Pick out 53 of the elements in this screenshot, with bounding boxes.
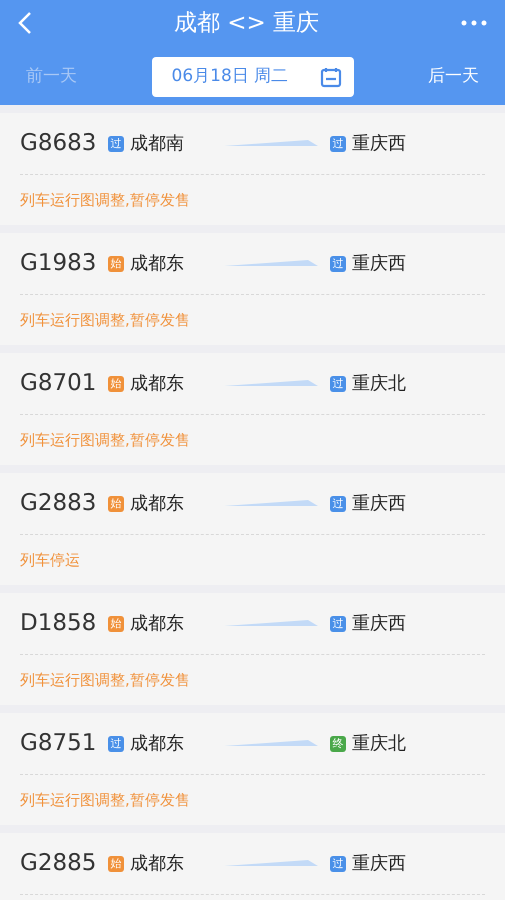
train-card[interactable]: G1983 始 成都东 过 重庆西 列车运行图调整,暂停发售 — [0, 233, 505, 345]
station-type-badge: 过 — [330, 496, 346, 512]
status-text: 列车运行图调整,暂停发售 — [20, 190, 190, 211]
status-text: 列车运行图调整,暂停发售 — [20, 430, 190, 451]
train-card[interactable]: G8751 过 成都东 终 重庆北 列车运行图调整,暂停发售 — [0, 713, 505, 825]
status-text: 列车运行图调整,暂停发售 — [20, 790, 190, 811]
station-type-badge: 过 — [108, 736, 124, 752]
more-icon[interactable] — [460, 20, 487, 26]
window-title: 成都 <> 重庆 — [174, 8, 320, 38]
station-type-badge: 始 — [108, 856, 124, 872]
train-card[interactable]: G2885 始 成都东 过 重庆西 — [0, 833, 505, 900]
station-type-badge: 始 — [108, 256, 124, 272]
station-name: 重庆西 — [352, 252, 406, 276]
train-number: G2885 — [20, 849, 98, 878]
date-text: 06月18日 周二 — [172, 65, 288, 88]
station-name: 重庆西 — [352, 492, 406, 516]
station-type-badge: 终 — [330, 736, 346, 752]
station-type-badge: 过 — [330, 856, 346, 872]
station-type-badge: 过 — [330, 376, 346, 392]
train-number: D1858 — [20, 609, 98, 638]
train-number: G8701 — [20, 369, 98, 398]
station-type-badge: 过 — [108, 136, 124, 152]
back-icon[interactable] — [18, 11, 32, 35]
train-card[interactable]: G8683 过 成都南 过 重庆西 列车运行图调整,暂停发售 — [0, 113, 505, 225]
train-number: G1983 — [20, 249, 98, 278]
station-name: 成都东 — [130, 732, 184, 756]
status-text: 列车停运 — [20, 550, 80, 571]
station-name: 重庆西 — [352, 852, 406, 876]
station-type-badge: 过 — [330, 256, 346, 272]
train-card[interactable]: G8701 始 成都东 过 重庆北 列车运行图调整,暂停发售 — [0, 353, 505, 465]
station-type-badge: 始 — [108, 616, 124, 632]
station-name: 重庆西 — [352, 132, 406, 156]
status-text: 列车运行图调整,暂停发售 — [20, 670, 190, 691]
station-type-badge: 始 — [108, 376, 124, 392]
train-card[interactable]: G2883 始 成都东 过 重庆西 列车停运 — [0, 473, 505, 585]
station-name: 成都东 — [130, 612, 184, 636]
station-name: 成都东 — [130, 852, 184, 876]
station-name: 重庆西 — [352, 612, 406, 636]
train-number: G8683 — [20, 129, 98, 158]
station-type-badge: 始 — [108, 496, 124, 512]
station-name: 成都南 — [130, 132, 184, 156]
train-number: G2883 — [20, 489, 98, 518]
station-name: 成都东 — [130, 252, 184, 276]
train-number: G8751 — [20, 729, 98, 758]
station-type-badge: 过 — [330, 616, 346, 632]
station-name: 成都东 — [130, 372, 184, 396]
train-card[interactable]: D1858 始 成都东 过 重庆西 列车运行图调整,暂停发售 — [0, 593, 505, 705]
station-name: 成都东 — [130, 492, 184, 516]
status-text: 列车运行图调整,暂停发售 — [20, 310, 190, 331]
station-name: 重庆北 — [352, 732, 406, 756]
station-name: 重庆北 — [352, 372, 406, 396]
station-type-badge: 过 — [330, 136, 346, 152]
calendar-icon — [320, 66, 342, 88]
